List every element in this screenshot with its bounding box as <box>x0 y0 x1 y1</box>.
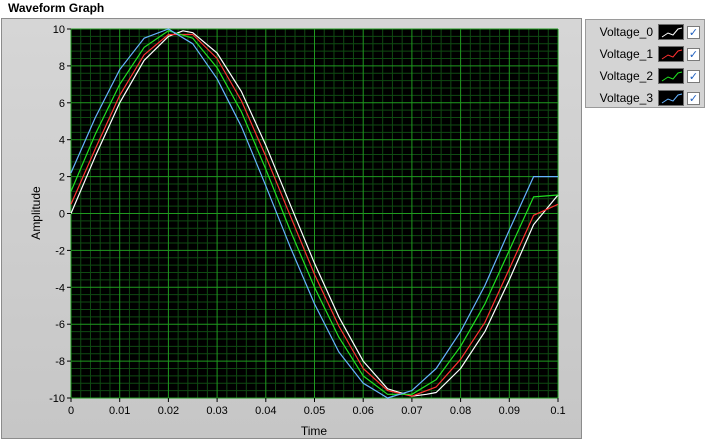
y-tick-label: 0 <box>59 209 65 221</box>
legend-label: Voltage_3 <box>599 91 653 105</box>
checkbox-checked-icon[interactable]: ✓ <box>687 69 700 83</box>
line-style-swatch-icon[interactable] <box>658 24 684 40</box>
x-tick-label: 0.05 <box>304 405 325 417</box>
x-tick-label: 0.06 <box>352 405 373 417</box>
y-tick-label: 6 <box>59 98 65 110</box>
y-axis: 10 8 6 4 2 0 -2 -4 -6 -8 -10 <box>49 24 71 405</box>
y-tick-label: -2 <box>55 245 65 257</box>
checkbox-checked-icon[interactable]: ✓ <box>687 25 700 39</box>
x-axis-label: Time <box>301 424 328 438</box>
checkbox-checked-icon[interactable]: ✓ <box>687 47 700 61</box>
legend-label: Voltage_0 <box>599 25 653 39</box>
y-tick-label: -8 <box>55 356 65 368</box>
y-tick-label: 2 <box>59 172 65 184</box>
legend-label: Voltage_1 <box>599 47 653 61</box>
x-tick-label: 0.03 <box>206 405 227 417</box>
y-tick-label: 10 <box>53 24 65 36</box>
y-tick-label: 4 <box>59 135 65 147</box>
plot-legend: Voltage_0 ✓ Voltage_1 ✓ Voltage_2 ✓ Volt… <box>585 19 705 108</box>
legend-item-voltage-2[interactable]: Voltage_2 ✓ <box>586 65 704 87</box>
x-tick-label: 0.07 <box>401 405 422 417</box>
x-tick-label: 0.08 <box>450 405 471 417</box>
x-tick-label: 0 <box>68 405 74 417</box>
line-style-swatch-icon[interactable] <box>658 46 684 62</box>
line-style-swatch-icon[interactable] <box>658 90 684 106</box>
checkbox-checked-icon[interactable]: ✓ <box>687 91 700 105</box>
y-tick-label: -6 <box>55 319 65 331</box>
y-tick-label: -4 <box>55 282 65 294</box>
x-tick-label: 0.09 <box>499 405 520 417</box>
legend-item-voltage-0[interactable]: Voltage_0 ✓ <box>586 21 704 43</box>
x-tick-label: 0.01 <box>109 405 130 417</box>
y-axis-label: Amplitude <box>29 186 43 240</box>
x-tick-label: 0.02 <box>158 405 179 417</box>
y-tick-label: -10 <box>49 393 65 405</box>
x-axis: 0 0.01 0.02 0.03 0.04 0.05 0.06 0.07 0.08 0.09 0.1 <box>68 398 566 417</box>
x-tick-label: 0.1 <box>550 405 565 417</box>
x-tick-label: 0.04 <box>255 405 276 417</box>
legend-item-voltage-1[interactable]: Voltage_1 ✓ <box>586 43 704 65</box>
line-style-swatch-icon[interactable] <box>658 68 684 84</box>
legend-item-voltage-3[interactable]: Voltage_3 ✓ <box>586 87 704 109</box>
y-tick-label: 8 <box>59 61 65 73</box>
legend-label: Voltage_2 <box>599 69 653 83</box>
